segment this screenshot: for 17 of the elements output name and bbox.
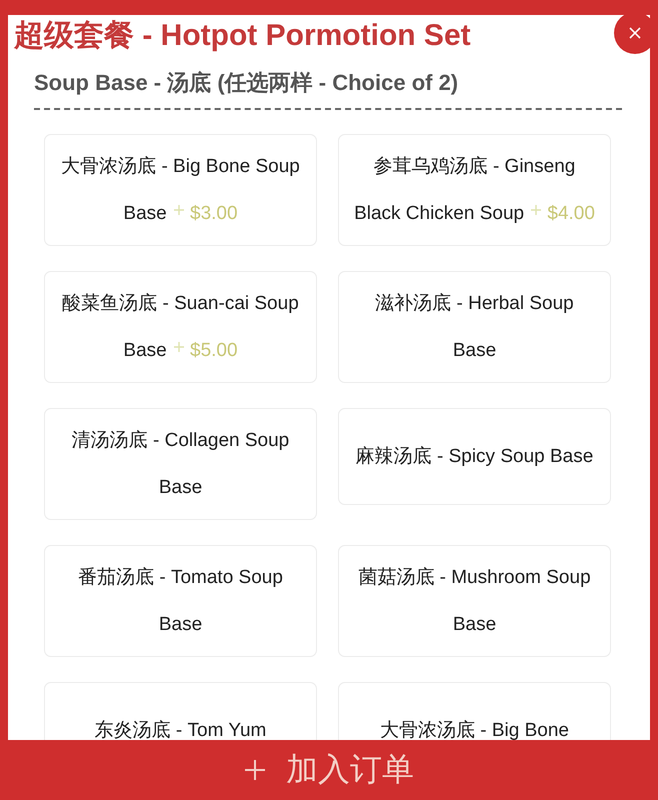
soup-option[interactable]: 清汤汤底 - Collagen Soup Base bbox=[44, 408, 317, 520]
plus-icon bbox=[172, 341, 185, 353]
soup-option[interactable]: 大骨浓汤底 - Big Bone bbox=[338, 682, 611, 740]
soup-option[interactable]: 滋补汤底 - Herbal Soup Base bbox=[338, 271, 611, 383]
plus-icon bbox=[530, 204, 542, 216]
plus-icon bbox=[172, 204, 185, 216]
plus-icon bbox=[244, 759, 266, 781]
soup-option[interactable]: 麻辣汤底 - Spicy Soup Base bbox=[338, 408, 611, 505]
soup-option[interactable]: 参茸乌鸡汤底 - Ginseng Black Chicken Soup $4.00 bbox=[338, 134, 611, 246]
dialog-title: 超级套餐 - Hotpot Pormotion Set bbox=[14, 18, 471, 54]
soup-option[interactable]: 菌菇汤底 - Mushroom Soup Base bbox=[338, 545, 611, 657]
soup-option[interactable]: 番茄汤底 - Tomato Soup Base bbox=[44, 545, 317, 657]
section-heading: Soup Base - 汤底 (任选两样 - Choice of 2) bbox=[34, 69, 460, 97]
soup-option[interactable]: 大骨浓汤底 - Big Bone Soup Base $3.00 bbox=[44, 134, 317, 246]
soup-option[interactable]: 东炎汤底 - Tom Yum bbox=[44, 682, 317, 740]
close-icon bbox=[629, 26, 641, 38]
soup-option[interactable]: 酸菜鱼汤底 - Suan-cai Soup Base $5.00 bbox=[44, 271, 317, 383]
